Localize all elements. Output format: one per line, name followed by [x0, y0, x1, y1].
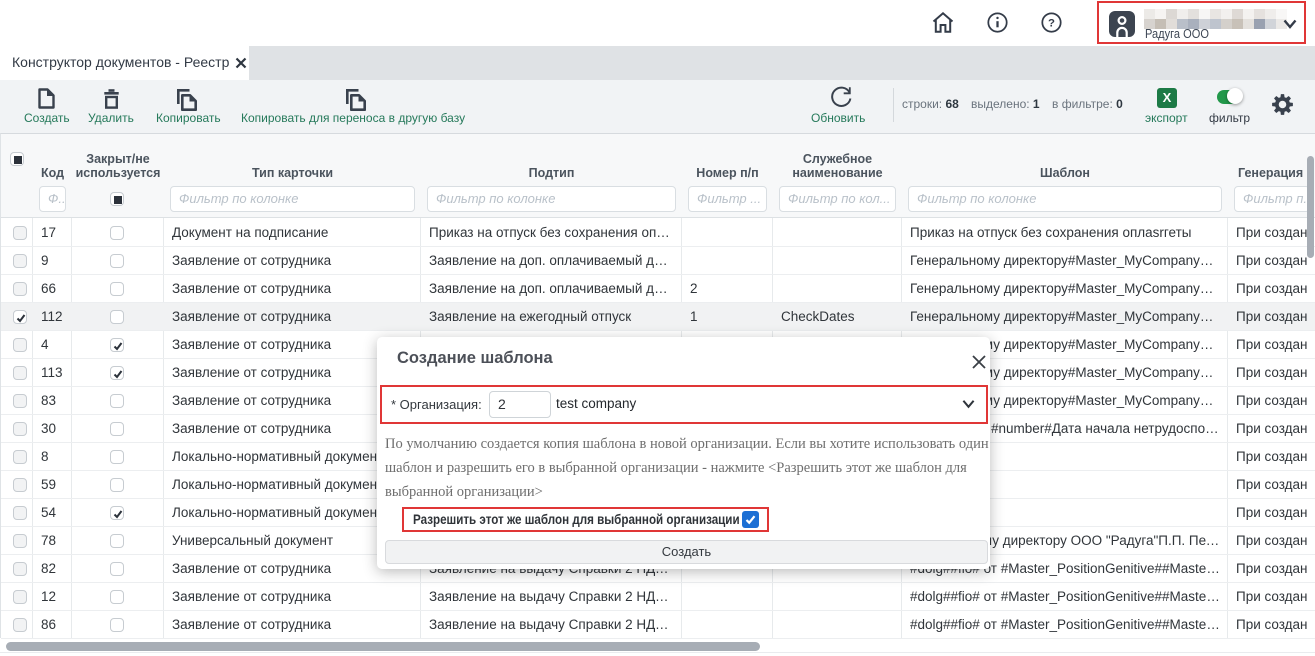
- svg-text:?: ?: [1048, 17, 1055, 29]
